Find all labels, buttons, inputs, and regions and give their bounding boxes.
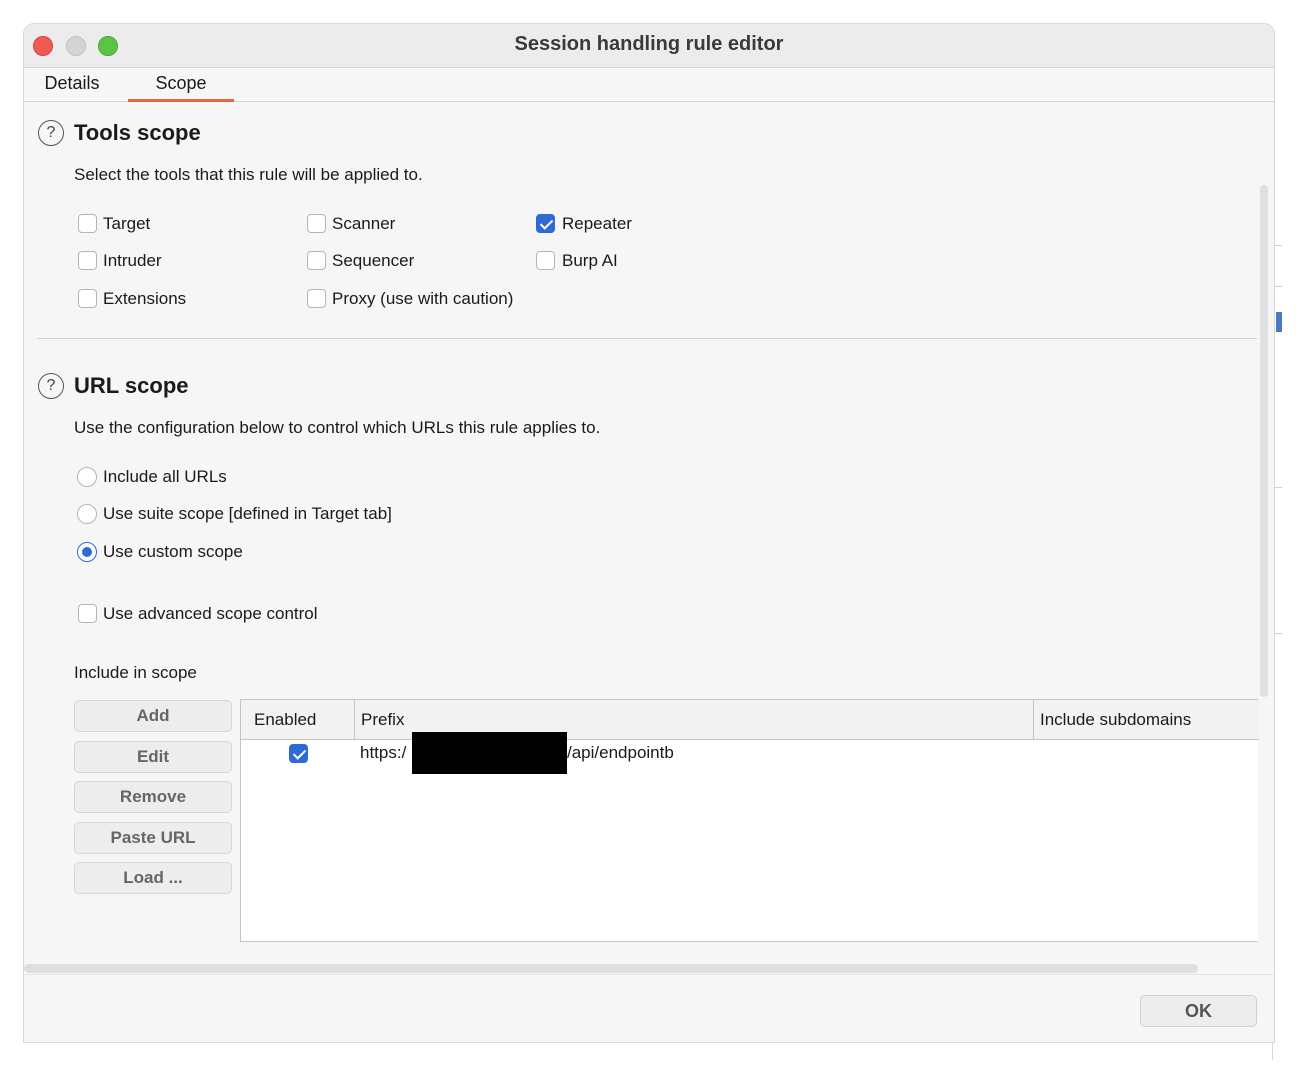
advanced-scope-checkbox[interactable]	[78, 604, 97, 623]
dialog-footer: OK	[24, 974, 1274, 1042]
url-scope-heading: URL scope	[74, 373, 189, 398]
extensions-checkbox[interactable]	[78, 289, 97, 308]
custom-scope-label: Use custom scope	[103, 542, 243, 561]
background-window-edge	[1272, 60, 1304, 1060]
url-scope-help-icon[interactable]: ?	[38, 373, 64, 399]
table-header: Enabled Prefix Include subdomains	[241, 700, 1259, 740]
include-in-scope-label: Include in scope	[74, 663, 197, 682]
intruder-checkbox[interactable]	[78, 251, 97, 270]
row-enabled-checkbox[interactable]	[289, 744, 308, 763]
horizontal-scrollbar[interactable]	[24, 964, 1198, 973]
target-checkbox[interactable]	[78, 214, 97, 233]
burp-ai-checkbox[interactable]	[536, 251, 555, 270]
url-scope-description: Use the configuration below to control w…	[74, 418, 601, 437]
custom-scope-radio[interactable]	[77, 542, 97, 562]
repeater-checkbox[interactable]	[536, 214, 555, 233]
include-all-urls-label: Include all URLs	[103, 467, 227, 486]
background-selection-marker	[1276, 312, 1282, 332]
scanner-label: Scanner	[332, 214, 396, 233]
tools-scope-description: Select the tools that this rule will be …	[74, 165, 423, 184]
remove-button[interactable]: Remove	[74, 781, 232, 813]
session-rule-editor-window: Session handling rule editor Details Sco…	[24, 24, 1274, 1042]
include-scope-table: Enabled Prefix Include subdomains https:…	[240, 699, 1259, 942]
target-label: Target	[103, 214, 151, 233]
intruder-label: Intruder	[103, 251, 162, 270]
edit-button[interactable]: Edit	[74, 741, 232, 773]
scope-panel: ? Tools scope Select the tools that this…	[24, 103, 1274, 963]
tools-scope-heading: Tools scope	[74, 120, 201, 145]
proxy-checkbox[interactable]	[307, 289, 326, 308]
section-divider	[37, 338, 1257, 339]
window-title: Session handling rule editor	[514, 33, 784, 55]
load-button[interactable]: Load ...	[74, 862, 232, 894]
suite-scope-label: Use suite scope [defined in Target tab]	[103, 504, 392, 523]
vertical-scrollbar[interactable]	[1260, 185, 1268, 697]
row-prefix-start[interactable]: https:/	[360, 743, 406, 763]
scanner-checkbox[interactable]	[307, 214, 326, 233]
tab-bar: Details Scope	[24, 68, 1274, 102]
redacted-host	[412, 732, 567, 774]
repeater-label: Repeater	[562, 214, 632, 233]
sequencer-checkbox[interactable]	[307, 251, 326, 270]
sequencer-label: Sequencer	[332, 251, 415, 270]
tools-scope-help-icon[interactable]: ?	[38, 120, 64, 146]
tab-scope[interactable]: Scope	[128, 73, 234, 102]
ok-button[interactable]: OK	[1140, 995, 1257, 1027]
column-header-include-subdomains[interactable]: Include subdomains	[1034, 700, 1259, 740]
include-all-urls-radio[interactable]	[77, 467, 97, 487]
tab-details[interactable]: Details	[44, 73, 100, 102]
suite-scope-radio[interactable]	[77, 504, 97, 524]
column-header-enabled[interactable]: Enabled	[241, 700, 355, 740]
row-prefix-end[interactable]: /api/endpointb	[567, 743, 674, 763]
advanced-scope-label: Use advanced scope control	[103, 604, 318, 623]
proxy-label: Proxy (use with caution)	[332, 289, 514, 308]
title-bar: Session handling rule editor	[24, 24, 1274, 68]
add-button[interactable]: Add	[74, 700, 232, 732]
burp-ai-label: Burp AI	[562, 251, 618, 270]
extensions-label: Extensions	[103, 289, 187, 308]
paste-url-button[interactable]: Paste URL	[74, 822, 232, 854]
